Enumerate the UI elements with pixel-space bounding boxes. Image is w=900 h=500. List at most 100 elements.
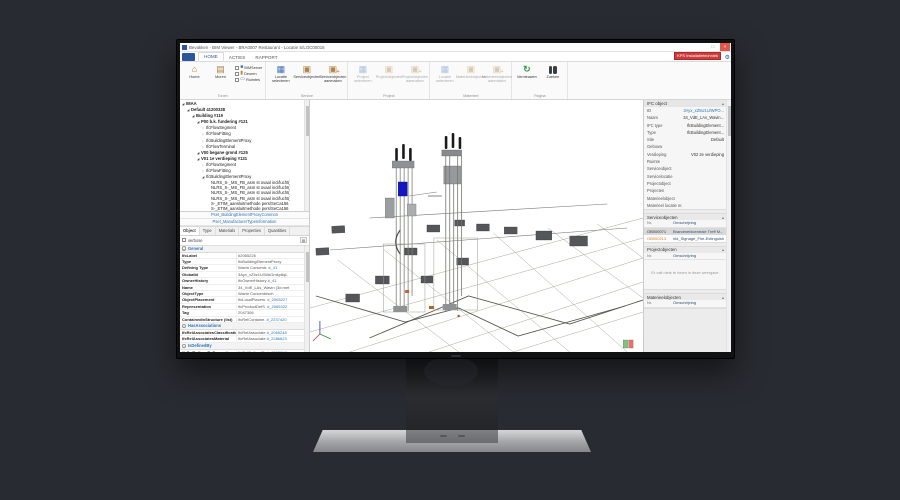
property-label: Name	[180, 284, 237, 290]
ifc-row-value[interactable]: 3Ayx_xZ5U1U/WPO...	[683, 107, 724, 114]
section-title: Materieelobjecten	[647, 294, 681, 300]
selected-element[interactable]	[398, 181, 408, 197]
ribbon-button-materieelobjecten-aanmaken[interactable]: ▣Materieelobjecten aanmaken	[482, 63, 512, 83]
ribbon-button-projectobjecten-aanmaken[interactable]: ▣Projectobjecten aanmaken	[402, 63, 428, 83]
tab-rapport[interactable]: RAPPORT	[250, 54, 282, 62]
ribbon-button-materieelobjecten[interactable]: ▣ Materieelobjecten	[456, 63, 486, 79]
tree-item-label: IfcFlowFitting	[206, 168, 231, 174]
property-value-link[interactable]: #_2286623	[267, 336, 287, 341]
monitor: Bevakken - BIM Viewer - BRA0007 Restaura…	[176, 39, 735, 359]
property-value: #2065226	[238, 252, 256, 258]
pset-link[interactable]: Pset_ManufacturerTypeInformation	[180, 219, 309, 226]
tree-item[interactable]: S-_ETIM_aansluitmethode pers/SeCa156	[180, 211, 304, 212]
box-icon: ▣	[302, 64, 312, 74]
property-row[interactable]: IfcRelDefinesByPropertiesIfcRelDefinedB.…	[180, 349, 304, 352]
section-header-isdefinedby[interactable]: – IsDefinedBy	[180, 342, 304, 350]
ifc-row-label: Projectobject	[647, 180, 671, 186]
ribbon-button-home[interactable]: ⌂ Home	[182, 63, 207, 79]
tree-item-list: ◢ IMAA ◢ Default 41200328 ◢ Building #119 ◢ P00…	[180, 101, 304, 212]
checkbox-icon[interactable]	[235, 77, 239, 82]
ifc-row-label: Site	[647, 137, 655, 143]
property-grid-scrollbar[interactable]	[304, 245, 309, 352]
ribbon-button-locatie-selecteren[interactable]: ▦ Locatie selecteren	[268, 63, 293, 83]
ribbon-button-vernieuwen[interactable]: ↻ Vernieuwen	[514, 63, 539, 79]
property-label: Defining Type	[180, 265, 237, 271]
right-scrollbar[interactable]	[726, 100, 731, 352]
settings-gear-icon[interactable]: ⚙	[725, 55, 730, 61]
main-area: ◢ IMAA ◢ Default 41200328 ◢ Building #119 ◢ P00…	[180, 100, 731, 352]
toggle-deuren[interactable]: ▮ Deuren	[235, 71, 262, 76]
ribbon-button-label: Muren	[215, 75, 226, 79]
ribbon-group-label: Service	[300, 94, 313, 98]
property-value-link[interactable]: #_2237420	[266, 317, 286, 322]
collapse-chevron-icon[interactable]: ▴	[722, 215, 724, 220]
scrollbar-thumb[interactable]	[305, 251, 309, 282]
property-label: IfcRelAssociatesMaterial	[180, 336, 237, 342]
property-value-link[interactable]: #_41	[268, 265, 277, 270]
row-nr: OB000213	[647, 235, 667, 241]
verbose-checkbox[interactable]	[182, 238, 186, 242]
property-value-link[interactable]: #_2065248	[267, 330, 287, 335]
property-tab-materials[interactable]: Materials	[216, 227, 240, 235]
ribbon-button-zoeken[interactable]: Zoeken	[540, 63, 565, 79]
property-value-link[interactable]: #_2065249	[267, 350, 287, 352]
property-tab-object[interactable]: Object	[180, 227, 200, 235]
collapse-chevron-icon[interactable]: ▴	[722, 101, 724, 106]
ribbon-button-locatie-selecteren[interactable]: ▦ Locatie selecteren	[432, 63, 457, 83]
box-add-icon: ▣	[329, 64, 339, 75]
property-value-link[interactable]: #_2065227	[267, 297, 287, 302]
tab-home[interactable]: HOME	[198, 51, 224, 61]
ifc-row-value: Default	[711, 137, 724, 143]
ribbon-button-serviceobjecten-aanmaken[interactable]: ▣Serviceobjecten aanmaken	[319, 63, 346, 83]
maximize-button[interactable]: □	[708, 43, 718, 51]
property-tab-type[interactable]: Type	[200, 227, 216, 235]
toggle-bimserver[interactable]: ■ BIMServer	[235, 65, 262, 70]
property-label: OwnerHistory	[180, 278, 237, 284]
tab-acties[interactable]: ACTIES	[224, 54, 251, 62]
viewport-3d[interactable]	[310, 100, 643, 352]
ifc-row-verdieping: Verdieping V02 2e verdieping	[644, 151, 727, 158]
ribbon-group-label: Project	[383, 94, 395, 98]
column-nr: Nr.	[647, 252, 653, 258]
pset-link[interactable]: Pset_BuildingElementProxyCommon	[180, 212, 309, 219]
checkbox-icon[interactable]	[235, 71, 239, 76]
property-tab-properties[interactable]: Properties	[239, 227, 265, 235]
checkbox-icon[interactable]	[235, 65, 239, 70]
collapse-chevron-icon[interactable]: ▴	[722, 295, 724, 300]
section-service: Serviceobjecten ▴ Nr. Omschrijving OB000071 B…	[644, 213, 727, 243]
ribbon-button-serviceobjecten[interactable]: ▣ Serviceobjecten	[293, 63, 320, 79]
close-button[interactable]: ×	[720, 43, 730, 51]
bim-model-3d-view[interactable]	[310, 100, 643, 352]
scrollbar-thumb[interactable]	[727, 106, 731, 136]
scrollbar-thumb[interactable]	[305, 106, 309, 136]
table-row[interactable]: OB000071 Brandmeldcentrale Treff M...	[644, 227, 727, 235]
nav-indicator[interactable]	[623, 339, 634, 349]
ribbon-group-tonen: ⌂ Home ▤ Muren ■ BIMServer ▮ Deuren ▭ Ruimtes Tone…	[180, 62, 267, 99]
property-value: IfcBuildingElementProxy	[238, 258, 282, 264]
collapse-minus-icon[interactable]: –	[181, 246, 186, 251]
tree-scrollbar[interactable]	[304, 100, 309, 211]
stand-detail	[440, 435, 447, 437]
filter-button[interactable]: ▦	[300, 237, 307, 243]
left-panel: ◢ IMAA ◢ Default 41200328 ◢ Building #119 ◢ P00…	[180, 100, 310, 352]
collapse-chevron-icon[interactable]: ▴	[722, 247, 724, 252]
ribbon-button-muren[interactable]: ▤ Muren	[208, 63, 233, 79]
collapse-minus-icon[interactable]: –	[181, 323, 186, 329]
file-menu-button[interactable]	[182, 53, 195, 61]
section-header-hasassociations[interactable]: – HasAssociations	[180, 322, 304, 330]
table-row[interactable]: OB000213 nld_Signage_Fire-Extinguishe...	[644, 234, 727, 242]
ifc-row-type: Type IfcBuildingElement...	[644, 129, 727, 136]
ifc-row-naam: Naam 34_VdE_LAs_Wavin...	[644, 114, 727, 121]
property-tab-quantities[interactable]: Quantities	[265, 227, 291, 235]
ribbon-button-project-selecteren[interactable]: ▦ Project selecteren	[350, 63, 375, 83]
section-header-general[interactable]: – General	[180, 245, 304, 253]
toggle-ruimtes[interactable]: ▭ Ruimtes	[235, 77, 262, 82]
ifc-object-header[interactable]: IFC object ▴	[644, 100, 727, 107]
property-value-link[interactable]: #_41	[268, 278, 277, 283]
property-value-link[interactable]: #_2065322	[267, 304, 287, 309]
riser-assembly-1[interactable]	[383, 144, 426, 313]
riser-assembly-2[interactable]	[427, 133, 478, 311]
ribbon-button-projectobjecten[interactable]: ▣ Projectobjecten	[376, 63, 402, 79]
collapse-minus-icon[interactable]: –	[181, 343, 186, 349]
property-label: Type	[180, 258, 237, 265]
